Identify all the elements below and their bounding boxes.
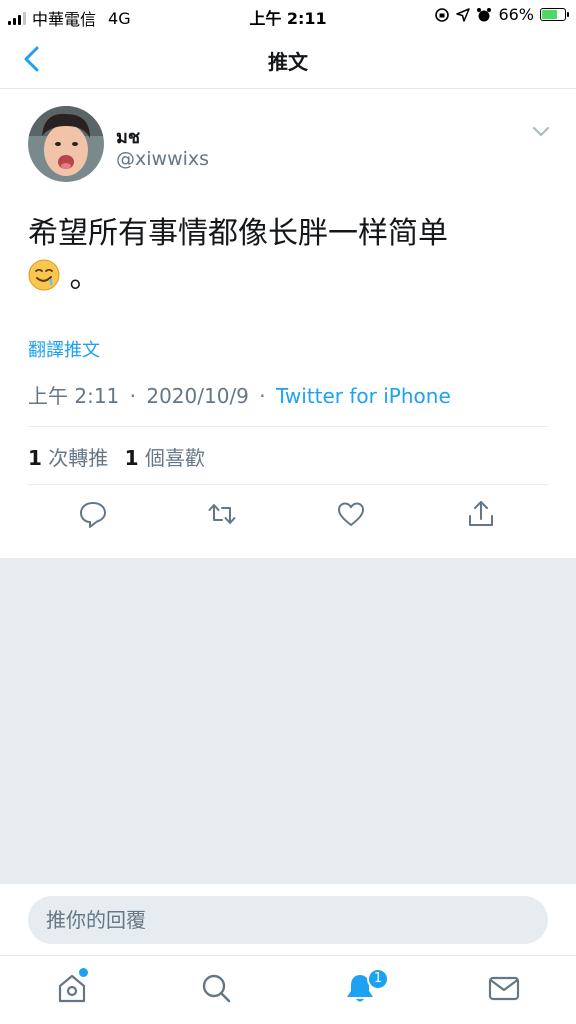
alarm-icon: [477, 7, 492, 21]
meta-separator: ·: [129, 384, 136, 408]
search-icon[interactable]: [199, 971, 233, 1005]
tab-bar: 1: [0, 957, 576, 1024]
likes-label: 個喜歡: [144, 446, 205, 470]
translate-link[interactable]: 翻譯推文: [28, 336, 100, 362]
notifications-badge: 1: [367, 968, 389, 990]
drooling-face-emoji-icon: [28, 259, 60, 291]
tweet-text: 希望所有事情都像长胖一样简单 。: [28, 212, 548, 300]
tweet-meta: 上午 2:11 · 2020/10/9 · Twitter for iPhone: [28, 380, 451, 409]
share-icon[interactable]: [465, 498, 497, 530]
tweet-date: 2020/10/9: [146, 384, 249, 408]
reply-input[interactable]: 推你的回覆: [28, 896, 548, 944]
chevron-down-icon[interactable]: [530, 120, 552, 142]
reply-icon[interactable]: [77, 498, 109, 530]
tweet-text-tail: 。: [60, 260, 100, 295]
nav-header: 推文: [0, 32, 576, 89]
like-icon[interactable]: [335, 498, 367, 530]
status-right: 66%: [434, 5, 569, 24]
orientation-lock-icon: [435, 7, 450, 22]
retweet-icon[interactable]: [206, 498, 238, 530]
status-bar: 中華電信 4G 上午 2:11 66%: [0, 0, 576, 32]
tweet-time: 上午 2:11: [28, 384, 120, 408]
divider: [28, 426, 548, 427]
retweets-count: 1: [28, 446, 42, 470]
likes-count: 1: [124, 446, 139, 470]
battery-percent: 66%: [498, 5, 534, 24]
tweet-detail: มช @xiwwixs 希望所有事情都像长胖一样简单 。 翻譯推文 上午 2:1…: [0, 90, 576, 558]
divider: [28, 484, 548, 485]
likes-stat[interactable]: 1 個喜歡: [125, 446, 205, 470]
tweet-body: 希望所有事情都像长胖一样简单: [28, 216, 448, 251]
home-new-dot: [79, 968, 88, 977]
tweet-source-link[interactable]: Twitter for iPhone: [276, 384, 451, 408]
battery-icon: [540, 8, 569, 21]
page-title: 推文: [268, 50, 308, 74]
avatar[interactable]: [28, 106, 104, 182]
reply-bar: 推你的回覆: [0, 884, 576, 956]
replies-area: [0, 558, 576, 884]
messages-icon[interactable]: [487, 971, 521, 1005]
retweets-stat[interactable]: 1 次轉推: [28, 446, 108, 470]
battery-fill: [542, 10, 557, 19]
tweet-stats: 1 次轉推 1 個喜歡: [28, 442, 205, 471]
user-handle[interactable]: @xiwwixs: [116, 148, 209, 170]
display-name[interactable]: มช: [116, 122, 140, 151]
location-icon: [456, 7, 471, 22]
tweet-actions: [0, 498, 576, 538]
avatar-image: [28, 106, 104, 182]
retweets-label: 次轉推: [48, 446, 109, 470]
meta-separator-2: ·: [259, 384, 266, 408]
